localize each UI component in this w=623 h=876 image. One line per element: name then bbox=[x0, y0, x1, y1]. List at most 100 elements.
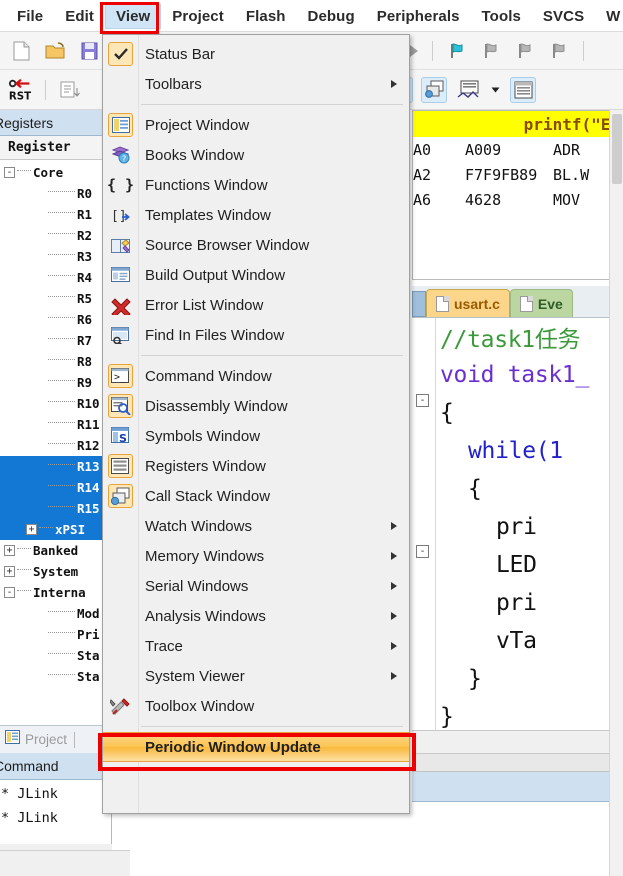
tree-expander-expand-icon[interactable]: + bbox=[4, 566, 15, 577]
register-row[interactable]: Sta bbox=[0, 666, 111, 687]
register-label: R13 bbox=[77, 459, 100, 474]
register-row[interactable]: R3 bbox=[0, 246, 111, 267]
menu-separator bbox=[141, 726, 403, 727]
reset-icon[interactable]: RST bbox=[8, 77, 34, 103]
fold-marker-icon[interactable]: - bbox=[416, 394, 429, 407]
register-label: xPSI bbox=[55, 522, 86, 537]
register-row[interactable]: R6 bbox=[0, 309, 111, 330]
register-row[interactable]: Mod bbox=[0, 603, 111, 624]
menu-item-find-in-files-window[interactable]: Find In Files Window bbox=[103, 320, 409, 350]
menu-item-flash[interactable]: Flash bbox=[235, 4, 297, 29]
register-row[interactable]: R1 bbox=[0, 204, 111, 225]
trace-window-icon[interactable] bbox=[455, 77, 481, 103]
editor-tab-overflow[interactable] bbox=[412, 291, 426, 317]
disassembly-row[interactable]: A2 F7F9FB89 BL.W bbox=[413, 162, 622, 187]
open-file-icon[interactable] bbox=[42, 38, 68, 64]
register-row[interactable]: R9 bbox=[0, 372, 111, 393]
breakpoint-prev-icon[interactable] bbox=[478, 38, 504, 64]
breakpoint-flag-icon[interactable] bbox=[444, 38, 470, 64]
register-row[interactable]: R13 bbox=[0, 456, 111, 477]
disassembly-mnemonic: ADR bbox=[553, 140, 581, 159]
call-stack-window-icon[interactable] bbox=[421, 76, 447, 103]
find-in-files-icon bbox=[110, 326, 131, 344]
menu-item-project-window[interactable]: Project Window bbox=[103, 110, 409, 140]
register-row[interactable]: Sta bbox=[0, 645, 111, 666]
code-editor[interactable]: - - //task1任务 void task1_ {while(1 {pri LED p… bbox=[412, 318, 623, 730]
project-tab-strip[interactable]: Project bbox=[0, 725, 112, 753]
register-row[interactable]: R2 bbox=[0, 225, 111, 246]
menu-item-project[interactable]: Project bbox=[161, 4, 235, 29]
editor-tab-usart-c[interactable]: usart.c bbox=[426, 289, 510, 317]
menu-item-tools[interactable]: Tools bbox=[471, 4, 532, 29]
pane-splitter[interactable] bbox=[412, 754, 623, 772]
register-row[interactable]: Pri bbox=[0, 624, 111, 645]
register-row[interactable]: R15 bbox=[0, 498, 111, 519]
vertical-scrollbar[interactable] bbox=[609, 110, 623, 876]
memory-window-icon[interactable] bbox=[510, 76, 536, 103]
menu-item-source-browser-window[interactable]: Source Browser Window bbox=[103, 230, 409, 260]
menu-item-call-stack-window[interactable]: Call Stack Window bbox=[103, 481, 409, 511]
menu-item-templates-window[interactable]: [] Templates Window bbox=[103, 200, 409, 230]
menu-item-command-window[interactable]: >_ Command Window bbox=[103, 361, 409, 391]
register-row[interactable]: R4 bbox=[0, 267, 111, 288]
new-file-icon[interactable] bbox=[8, 38, 34, 64]
tree-expander-collapse-icon[interactable]: - bbox=[4, 587, 15, 598]
menu-item-system-viewer[interactable]: System Viewer bbox=[103, 661, 409, 691]
menu-item-watch-windows[interactable]: Watch Windows bbox=[103, 511, 409, 541]
register-row[interactable]: + xPSI bbox=[0, 519, 111, 540]
menu-item-peripherals[interactable]: Peripherals bbox=[366, 4, 471, 29]
menu-item-memory-windows[interactable]: Memory Windows bbox=[103, 541, 409, 571]
register-row[interactable]: - Interna bbox=[0, 582, 111, 603]
menu-item-file[interactable]: File bbox=[6, 4, 54, 29]
register-row[interactable]: + System bbox=[0, 561, 111, 582]
register-tree[interactable]: - Core R0 R1 R2 R3 R4 R5 R6 R7 R8 R9 R10 R11 R12 R13 R14… bbox=[0, 160, 111, 687]
register-row[interactable]: R5 bbox=[0, 288, 111, 309]
save-file-icon[interactable] bbox=[76, 38, 102, 64]
menu-item-disassembly-window[interactable]: Disassembly Window bbox=[103, 391, 409, 421]
register-row[interactable]: R14 bbox=[0, 477, 111, 498]
menu-item-analysis-windows[interactable]: Analysis Windows bbox=[103, 601, 409, 631]
breakpoint-next-icon[interactable] bbox=[512, 38, 538, 64]
register-row[interactable]: - Core bbox=[0, 162, 111, 183]
disassembly-row[interactable]: A6 4628 MOV bbox=[413, 187, 622, 212]
menu-item-status-bar[interactable]: Status Bar bbox=[103, 39, 409, 69]
list-down-icon[interactable] bbox=[57, 77, 83, 103]
menu-item-toolbox-window[interactable]: Toolbox Window bbox=[103, 691, 409, 721]
tree-connector bbox=[48, 317, 75, 318]
register-row[interactable]: R7 bbox=[0, 330, 111, 351]
register-row[interactable]: R8 bbox=[0, 351, 111, 372]
tree-connector bbox=[48, 464, 75, 465]
fold-marker-icon[interactable]: - bbox=[416, 545, 429, 558]
menu-item-books-window[interactable]: ? Books Window bbox=[103, 140, 409, 170]
breakpoint-delete-icon[interactable] bbox=[546, 38, 572, 64]
menu-item-trace[interactable]: Trace bbox=[103, 631, 409, 661]
menu-item-error-list-window[interactable]: Error List Window bbox=[103, 290, 409, 320]
menu-item-icon-slot: { } bbox=[107, 173, 134, 197]
register-row[interactable]: R11 bbox=[0, 414, 111, 435]
scrollbar-thumb[interactable] bbox=[612, 114, 622, 184]
menu-item-serial-windows[interactable]: Serial Windows bbox=[103, 571, 409, 601]
command-line: * JLink bbox=[1, 810, 58, 826]
command-panel-left-header: Command bbox=[0, 753, 112, 780]
menu-item-debug[interactable]: Debug bbox=[297, 4, 366, 29]
menu-item-functions-window[interactable]: { } Functions Window bbox=[103, 170, 409, 200]
tree-expander-collapse-icon[interactable]: - bbox=[4, 167, 15, 178]
editor-tab-event[interactable]: Eve bbox=[509, 289, 573, 317]
tree-expander-expand-icon[interactable]: + bbox=[4, 545, 15, 556]
menu-item-edit[interactable]: Edit bbox=[54, 4, 105, 29]
disassembly-row[interactable]: A0 A009 ADR bbox=[413, 137, 622, 162]
trace-dropdown-arrow-icon[interactable] bbox=[491, 87, 500, 92]
menu-item-svcs[interactable]: SVCS bbox=[532, 4, 595, 29]
tree-expander-expand-icon[interactable]: + bbox=[26, 524, 37, 535]
register-row[interactable]: R10 bbox=[0, 393, 111, 414]
register-row[interactable]: R0 bbox=[0, 183, 111, 204]
menu-item-w[interactable]: W bbox=[595, 4, 623, 29]
menu-item-registers-window[interactable]: Registers Window bbox=[103, 451, 409, 481]
menu-item-toolbars[interactable]: Toolbars bbox=[103, 69, 409, 99]
register-row[interactable]: R12 bbox=[0, 435, 111, 456]
menu-item-periodic-window-update[interactable]: Periodic Window Update bbox=[98, 732, 416, 771]
register-row[interactable]: + Banked bbox=[0, 540, 111, 561]
menu-item-build-output-window[interactable]: Build Output Window bbox=[103, 260, 409, 290]
menu-item-view[interactable]: View bbox=[104, 3, 162, 29]
menu-item-symbols-window[interactable]: S Symbols Window bbox=[103, 421, 409, 451]
